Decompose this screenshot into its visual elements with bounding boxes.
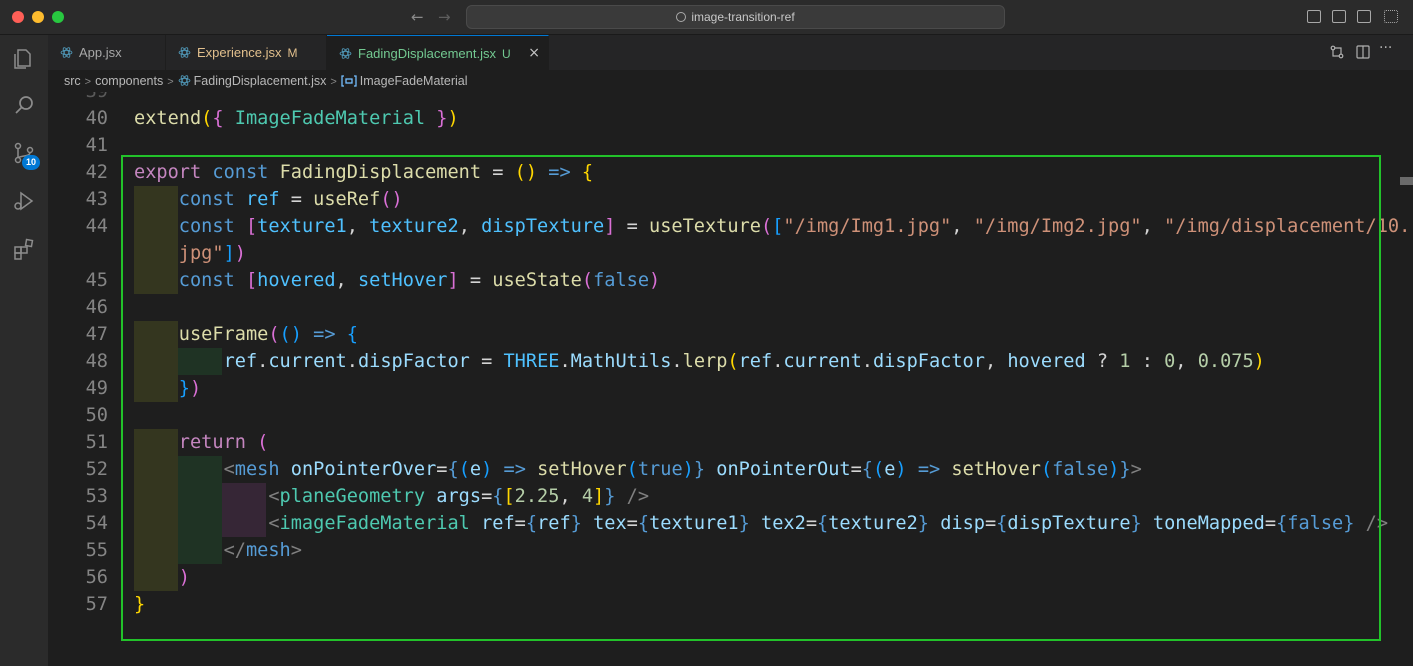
chevron-right-icon: > — [167, 76, 174, 88]
line-number: 53 — [85, 486, 108, 507]
scrollbar-marker[interactable] — [1400, 177, 1413, 185]
tab-experience-jsx[interactable]: Experience.jsx M — [166, 35, 327, 70]
more-actions-icon[interactable]: ··· — [1379, 40, 1395, 56]
code-token: { — [212, 108, 224, 129]
tab-fading-displacement-jsx[interactable]: FadingDisplacement.jsx U × — [327, 35, 549, 70]
line-number: 48 — [85, 351, 108, 372]
chevron-right-icon: > — [330, 76, 337, 88]
code-token: ImageFadeMaterial — [234, 108, 426, 129]
code-token: ( — [201, 108, 213, 129]
line-number: 39 — [48, 92, 108, 105]
back-arrow-icon[interactable]: ← — [411, 8, 424, 26]
line-number: 55 — [85, 540, 108, 561]
line-number: 41 — [85, 135, 108, 156]
variable-symbol-icon — [341, 75, 357, 87]
tab-label: Experience.jsx — [197, 45, 282, 60]
react-icon — [60, 47, 73, 58]
search-view-icon[interactable] — [0, 81, 48, 129]
toggle-secondary-sidebar-icon[interactable] — [1357, 10, 1371, 23]
window-minimize-button[interactable] — [32, 11, 44, 23]
highlight-annotation-box — [121, 155, 1381, 641]
line-number: 43 — [85, 189, 108, 210]
breadcrumb: src > components > FadingDisplacement.jsx > Im… — [48, 70, 1413, 92]
breadcrumb-item[interactable]: components — [95, 74, 163, 88]
line-number: 46 — [85, 297, 108, 318]
source-control-icon[interactable]: 10 — [0, 129, 48, 177]
line-number: 49 — [85, 378, 108, 399]
line-number: 42 — [85, 162, 108, 183]
untracked-indicator: U — [502, 47, 511, 61]
customize-layout-icon[interactable] — [1384, 10, 1398, 23]
code-token: ) — [447, 108, 459, 129]
run-debug-icon[interactable] — [0, 177, 48, 225]
code-text: extend({ ImageFadeMaterial }) — [134, 105, 459, 132]
command-center-search[interactable]: image-transition-ref — [466, 5, 1005, 29]
line-number: 56 — [85, 567, 108, 588]
react-icon — [178, 47, 191, 58]
source-control-badge: 10 — [22, 155, 40, 170]
extensions-icon[interactable] — [0, 225, 48, 273]
forward-arrow-icon[interactable]: → — [438, 8, 451, 26]
code-editor[interactable]: 3940extend({ ImageFadeMaterial })4142exp… — [48, 92, 1413, 666]
title-bar: ← → image-transition-ref — [0, 0, 1413, 35]
line-number: 45 — [85, 270, 108, 291]
toggle-primary-sidebar-icon[interactable] — [1307, 10, 1321, 23]
window-maximize-button[interactable] — [52, 11, 64, 23]
chevron-right-icon: > — [84, 76, 92, 88]
line-number: 50 — [85, 405, 108, 426]
code-line[interactable]: 39 — [48, 92, 1413, 105]
tab-label: App.jsx — [79, 45, 122, 60]
explorer-icon[interactable] — [0, 35, 48, 83]
tab-app-jsx[interactable]: App.jsx — [48, 35, 166, 70]
line-number: 51 — [85, 432, 108, 453]
breadcrumb-item[interactable]: ImageFadeMaterial — [360, 74, 468, 88]
activity-bar: 10 — [0, 35, 48, 666]
open-changes-icon[interactable] — [1329, 44, 1345, 60]
line-number: 54 — [85, 513, 108, 534]
window-close-button[interactable] — [12, 11, 24, 23]
line-number: 47 — [85, 324, 108, 345]
tab-label: FadingDisplacement.jsx — [358, 46, 497, 61]
close-tab-icon[interactable]: × — [528, 36, 540, 71]
toggle-panel-icon[interactable] — [1332, 10, 1346, 23]
line-number: 52 — [85, 459, 108, 480]
search-icon — [676, 12, 687, 22]
line-number: 44 — [85, 216, 108, 237]
line-number: 57 — [85, 594, 108, 615]
split-editor-icon[interactable] — [1355, 44, 1371, 60]
react-icon — [339, 48, 352, 59]
code-token: } — [436, 108, 448, 129]
editor-tab-bar: App.jsx Experience.jsx M FadingDisplaceme… — [48, 35, 1413, 70]
code-line[interactable]: 40 extend({ ImageFadeMaterial }) — [48, 105, 1413, 132]
code-token: extend — [134, 108, 202, 129]
breadcrumb-item[interactable]: FadingDisplacement.jsx — [194, 74, 327, 88]
workspace-name: image-transition-ref — [691, 10, 795, 24]
react-icon — [178, 75, 191, 86]
breadcrumb-item[interactable]: src — [64, 74, 81, 88]
modified-indicator: M — [287, 46, 298, 60]
line-number: 40 — [85, 108, 108, 129]
